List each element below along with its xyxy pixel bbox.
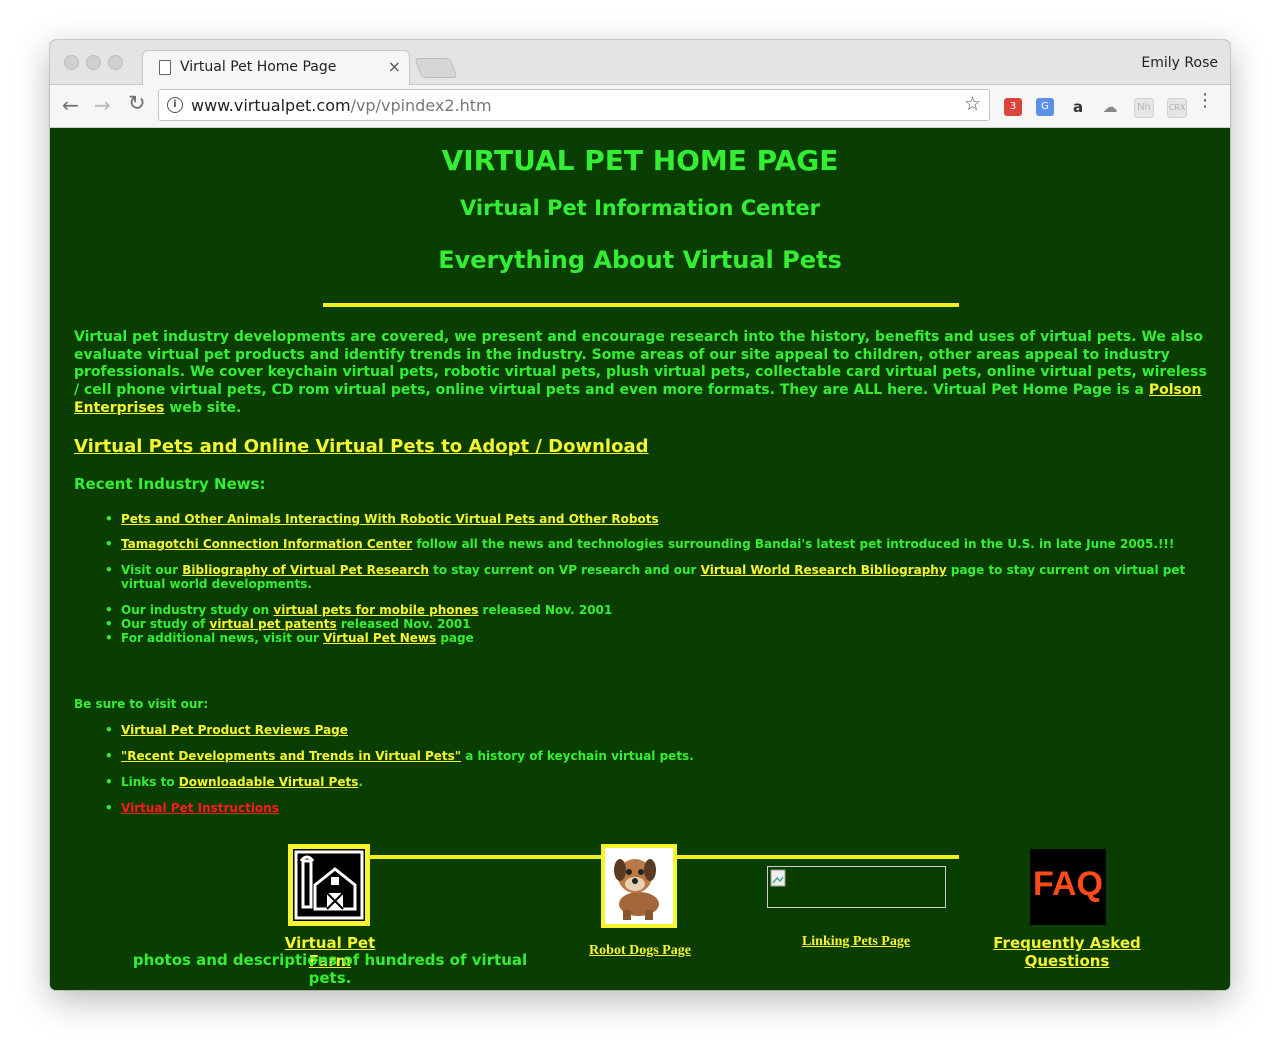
visit-item: Virtual Pet Product Reviews Page: [105, 723, 1211, 737]
linking-pets-link[interactable]: Linking Pets Page: [790, 934, 922, 950]
cloud-extension-icon[interactable]: ☁: [1101, 98, 1119, 116]
news-heading: Recent Industry News:: [74, 475, 266, 493]
news-item-text: For additional news, visit our: [121, 631, 324, 645]
product-reviews-link[interactable]: Virtual Pet Product Reviews Page: [121, 723, 348, 737]
news-item: Visit our Bibliography of Virtual Pet Re…: [105, 563, 1211, 591]
robot-dogs-link[interactable]: Robot Dogs Page: [580, 943, 700, 959]
barn-icon: [293, 849, 365, 921]
reload-icon[interactable]: ↻: [128, 91, 146, 115]
robot-dog-icon[interactable]: [601, 844, 677, 928]
profile-name[interactable]: Emily Rose: [1141, 55, 1218, 71]
url-host: www.virtualpet.com: [191, 96, 351, 115]
news-item: Tamagotchi Connection Information Center…: [105, 537, 1211, 551]
news-item: Our study of virtual pet patents release…: [105, 617, 1211, 631]
back-icon[interactable]: ←: [62, 93, 79, 117]
recent-developments-link[interactable]: "Recent Developments and Trends in Virtu…: [121, 749, 461, 763]
visit-item: Virtual Pet Instructions: [105, 801, 1211, 815]
visit-item: Links to Downloadable Virtual Pets.: [105, 775, 1211, 789]
dog-image: [605, 848, 673, 924]
farm-description: photos and descriptions of hundreds of v…: [132, 951, 528, 987]
broken-image-icon[interactable]: [767, 866, 946, 908]
virtual-world-bibliography-link[interactable]: Virtual World Research Bibliography: [701, 563, 947, 577]
tamagotchi-link[interactable]: Tamagotchi Connection Information Center: [121, 537, 412, 551]
news-item-text: Visit our: [121, 563, 183, 577]
close-window-button[interactable]: [64, 55, 79, 70]
address-bar[interactable]: i www.virtualpet.com/vp/vpindex2.htm ☆: [158, 89, 990, 121]
title-bar: Virtual Pet Home Page × Emily Rose: [50, 40, 1230, 86]
visit-heading: Be sure to visit our:: [74, 697, 209, 711]
downloadable-pets-link[interactable]: Downloadable Virtual Pets: [179, 775, 359, 789]
crx-extension-icon[interactable]: CRX: [1167, 98, 1187, 118]
news-item-text: released Nov. 2001: [336, 617, 471, 631]
visit-item: "Recent Developments and Trends in Virtu…: [105, 749, 1211, 763]
tab-title: Virtual Pet Home Page: [180, 59, 337, 75]
nh-extension-icon[interactable]: Nh: [1134, 98, 1154, 118]
new-tab-button[interactable]: [414, 58, 458, 78]
news-item-text: follow all the news and technologies sur…: [412, 537, 1175, 551]
instructions-link[interactable]: Virtual Pet Instructions: [121, 801, 279, 815]
bookmark-star-icon[interactable]: ☆: [964, 93, 981, 115]
mobile-phones-link[interactable]: virtual pets for mobile phones: [273, 603, 478, 617]
faq-badge-text: FAQ: [1033, 865, 1103, 903]
web-page: VIRTUAL PET HOME PAGE Virtual Pet Inform…: [50, 128, 1230, 990]
intro-end: web site.: [164, 399, 242, 416]
news-item-text: Our industry study on: [121, 603, 274, 617]
news-item-text: Our study of: [121, 617, 210, 631]
counter-extension-icon[interactable]: 3: [1004, 98, 1022, 116]
info-icon[interactable]: i: [167, 97, 183, 113]
news-item: For additional news, visit our Virtual P…: [105, 631, 1211, 645]
visit-item-text: .: [358, 775, 363, 789]
virtual-pet-news-link[interactable]: Virtual Pet News: [323, 631, 436, 645]
forward-icon[interactable]: →: [94, 93, 111, 117]
news-item-text: released Nov. 2001: [478, 603, 613, 617]
bibliography-link[interactable]: Bibliography of Virtual Pet Research: [182, 563, 429, 577]
news-item-text: page: [436, 631, 474, 645]
faq-icon[interactable]: FAQ: [1030, 849, 1106, 925]
farm-icon[interactable]: [288, 844, 370, 926]
url-path: /vp/vpindex2.htm: [350, 96, 492, 115]
intro-text: Virtual pet industry developments are co…: [74, 329, 1207, 399]
browser-toolbar: ← → ↻ i www.virtualpet.com/vp/vpindex2.h…: [50, 85, 1230, 128]
visit-item-text: Links to: [121, 775, 179, 789]
amazon-extension-icon[interactable]: a: [1069, 98, 1087, 116]
top-divider: [323, 303, 959, 307]
page-tagline: Everything About Virtual Pets: [438, 246, 842, 274]
news-item-text: to stay current on VP research and our: [428, 563, 701, 577]
minimize-window-button[interactable]: [86, 55, 101, 70]
robotic-pets-link[interactable]: Pets and Other Animals Interacting With …: [121, 512, 659, 526]
adopt-download-link[interactable]: Virtual Pets and Online Virtual Pets to …: [74, 436, 649, 457]
translate-extension-icon[interactable]: G: [1036, 98, 1054, 116]
browser-window: Virtual Pet Home Page × Emily Rose ← → ↻…: [50, 40, 1230, 990]
page-title: VIRTUAL PET HOME PAGE: [441, 144, 839, 177]
news-item: Pets and Other Animals Interacting With …: [105, 512, 1211, 526]
patents-link[interactable]: virtual pet patents: [210, 617, 337, 631]
visit-item-text: a history of keychain virtual pets.: [461, 749, 694, 763]
browser-tab[interactable]: Virtual Pet Home Page ×: [142, 50, 410, 86]
intro-paragraph: Virtual pet industry developments are co…: [74, 329, 1212, 418]
document-icon: [159, 60, 171, 75]
url-text[interactable]: www.virtualpet.com/vp/vpindex2.htm: [191, 96, 492, 115]
page-subtitle: Virtual Pet Information Center: [460, 196, 820, 220]
faq-link-line2[interactable]: Questions: [1025, 952, 1110, 970]
menu-icon[interactable]: ⋮: [1196, 92, 1214, 110]
news-item: Our industry study on virtual pets for m…: [105, 603, 1211, 617]
faq-link-block: Frequently Asked Questions: [982, 934, 1152, 970]
faq-link-line1[interactable]: Frequently Asked: [993, 934, 1140, 952]
close-tab-icon[interactable]: ×: [388, 57, 401, 76]
zoom-window-button[interactable]: [108, 55, 123, 70]
